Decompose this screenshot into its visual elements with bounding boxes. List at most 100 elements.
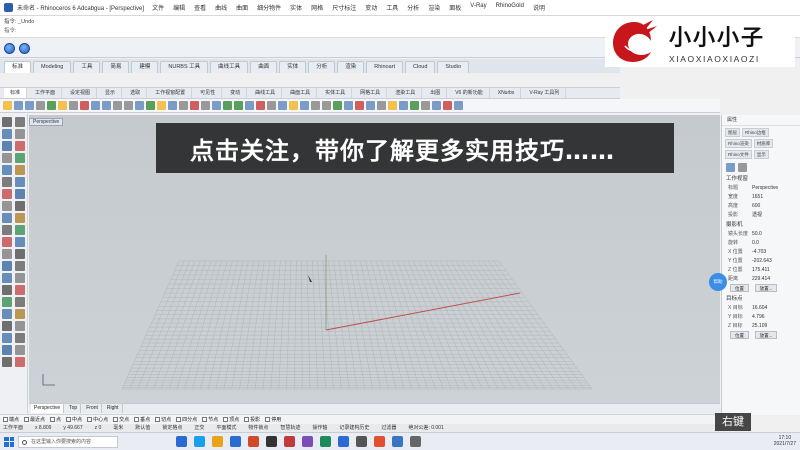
osnap-option[interactable]: 交点 xyxy=(113,416,129,423)
toolbar-icon[interactable] xyxy=(278,101,287,110)
taskbar-app-icon[interactable] xyxy=(230,436,241,447)
toolbar-icon[interactable] xyxy=(256,101,265,110)
toolbar-icon[interactable] xyxy=(300,101,309,110)
status-planar[interactable]: 平面模式 xyxy=(216,424,236,432)
menu-item[interactable]: V-Ray xyxy=(470,3,486,12)
toolbar-tab[interactable]: 显示 xyxy=(99,88,123,98)
menu-item[interactable]: RhinoGold xyxy=(496,3,524,12)
menu-item[interactable]: 曲线 xyxy=(215,3,227,12)
menu-item[interactable]: 细分物件 xyxy=(257,3,281,12)
cloud-globe-icon[interactable] xyxy=(19,43,30,54)
osnap-option[interactable]: 停用 xyxy=(265,416,281,423)
menu-item[interactable]: 尺寸标注 xyxy=(332,3,356,12)
menu-item[interactable]: 分析 xyxy=(407,3,419,12)
property-value[interactable]: Perspective xyxy=(752,184,800,193)
menu-item[interactable]: 面板 xyxy=(449,3,461,12)
taskbar-app-icon[interactable] xyxy=(320,436,331,447)
toolbar-icon[interactable] xyxy=(234,101,243,110)
target-location-button[interactable]: 位置 xyxy=(730,331,749,339)
tool-icon[interactable] xyxy=(2,153,12,163)
toolbar-tab[interactable]: 曲线工具 xyxy=(249,88,283,98)
toolbar-icon[interactable] xyxy=(168,101,177,110)
menu-item[interactable]: 查看 xyxy=(194,3,206,12)
osnap-checkbox[interactable] xyxy=(3,417,8,423)
tool-icon[interactable] xyxy=(2,129,12,139)
toolbar-icon[interactable] xyxy=(355,101,364,110)
toolbar-icon[interactable] xyxy=(113,101,122,110)
toolbar-icon[interactable] xyxy=(3,101,12,110)
tool-icon[interactable] xyxy=(15,249,25,259)
panel-chip[interactable]: Rhino渲染 xyxy=(725,139,752,148)
tool-icon[interactable] xyxy=(2,297,12,307)
menu-item[interactable]: 网格 xyxy=(311,3,323,12)
osnap-option[interactable]: 端点 xyxy=(3,416,19,423)
property-value[interactable]: 1651 xyxy=(752,193,800,202)
property-value[interactable]: 0.0 xyxy=(752,239,800,248)
toolbar-group-tab[interactable]: Cloud xyxy=(405,61,436,73)
toolbar-tab[interactable]: 渲染工具 xyxy=(389,88,423,98)
tool-icon[interactable] xyxy=(15,225,25,235)
panel-chip[interactable]: 显示 xyxy=(753,150,769,159)
tool-icon[interactable] xyxy=(15,189,25,199)
tool-icon[interactable] xyxy=(2,201,12,211)
status-ortho[interactable]: 正交 xyxy=(194,424,204,432)
viewport-tab[interactable]: Perspective xyxy=(31,404,65,413)
toolbar-icon[interactable] xyxy=(201,101,210,110)
osnap-checkbox[interactable] xyxy=(202,417,208,423)
taskbar-app-icon[interactable] xyxy=(338,436,349,447)
osnap-option[interactable]: 投影 xyxy=(244,416,260,423)
tool-icon[interactable] xyxy=(15,213,25,223)
toolbar-tab[interactable]: 可见性 xyxy=(194,88,223,98)
taskbar-app-icon[interactable] xyxy=(302,436,313,447)
toolbar-tab[interactable]: 曲面工具 xyxy=(284,88,318,98)
tool-icon[interactable] xyxy=(15,273,25,283)
osnap-option[interactable]: 中点 xyxy=(66,416,82,423)
help-bubble[interactable]: 帮助 xyxy=(709,273,727,291)
taskbar-app-icon[interactable] xyxy=(392,436,403,447)
taskbar-search-input[interactable]: 在这里输入你要搜索的内容 xyxy=(18,435,118,448)
status-smarttrack[interactable]: 智慧轨迹 xyxy=(280,424,300,432)
menu-item[interactable]: 编辑 xyxy=(173,3,185,12)
properties-tab[interactable]: 属性 xyxy=(722,115,800,126)
tool-icon[interactable] xyxy=(15,333,25,343)
status-history[interactable]: 记录建构历史 xyxy=(339,424,369,432)
toolbar-group-tab[interactable]: 分析 xyxy=(308,61,336,73)
taskbar-app-icon[interactable] xyxy=(374,436,385,447)
toolbar-icon[interactable] xyxy=(80,101,89,110)
viewport-tab[interactable]: Right xyxy=(104,404,123,413)
toolbar-group-tab[interactable]: 工具 xyxy=(73,61,101,73)
tool-icon[interactable] xyxy=(15,237,25,247)
tool-icon[interactable] xyxy=(15,177,25,187)
toolbar-group-tab[interactable]: 标准 xyxy=(4,61,32,73)
viewport-tab[interactable]: Top xyxy=(66,404,82,413)
tool-icon[interactable] xyxy=(2,333,12,343)
toolbar-group-tab[interactable]: 实体 xyxy=(279,61,307,73)
tool-icon[interactable] xyxy=(2,237,12,247)
osnap-option[interactable]: 最近点 xyxy=(24,416,45,423)
taskbar-app-icon[interactable] xyxy=(356,436,367,447)
property-value[interactable]: 4.796 xyxy=(752,313,800,322)
tool-icon[interactable] xyxy=(15,261,25,271)
osnap-checkbox[interactable] xyxy=(113,417,119,423)
tool-icon[interactable] xyxy=(2,273,12,283)
tool-icon[interactable] xyxy=(15,297,25,307)
taskbar-app-icon[interactable] xyxy=(212,436,223,447)
osnap-checkbox[interactable] xyxy=(265,417,271,423)
property-value[interactable]: 600 xyxy=(752,202,800,211)
toolbar-tab[interactable]: 工作视窗配置 xyxy=(149,88,193,98)
panel-chip[interactable]: 材质库 xyxy=(753,139,774,148)
toolbar-icon[interactable] xyxy=(454,101,463,110)
osnap-checkbox[interactable] xyxy=(176,417,182,423)
osnap-option[interactable]: 中心点 xyxy=(87,416,108,423)
toolbar-group-tab[interactable]: Modeling xyxy=(33,61,72,73)
toolbar-icon[interactable] xyxy=(245,101,254,110)
property-value[interactable]: -202.643 xyxy=(752,257,800,266)
tool-icon[interactable] xyxy=(15,285,25,295)
toolbar-icon[interactable] xyxy=(377,101,386,110)
osnap-checkbox[interactable] xyxy=(50,417,56,423)
tool-icon[interactable] xyxy=(15,129,25,139)
toolbar-tab[interactable]: 标准 xyxy=(4,88,28,98)
osnap-checkbox[interactable] xyxy=(155,417,161,423)
toolbar-icon[interactable] xyxy=(366,101,375,110)
tool-icon[interactable] xyxy=(15,309,25,319)
